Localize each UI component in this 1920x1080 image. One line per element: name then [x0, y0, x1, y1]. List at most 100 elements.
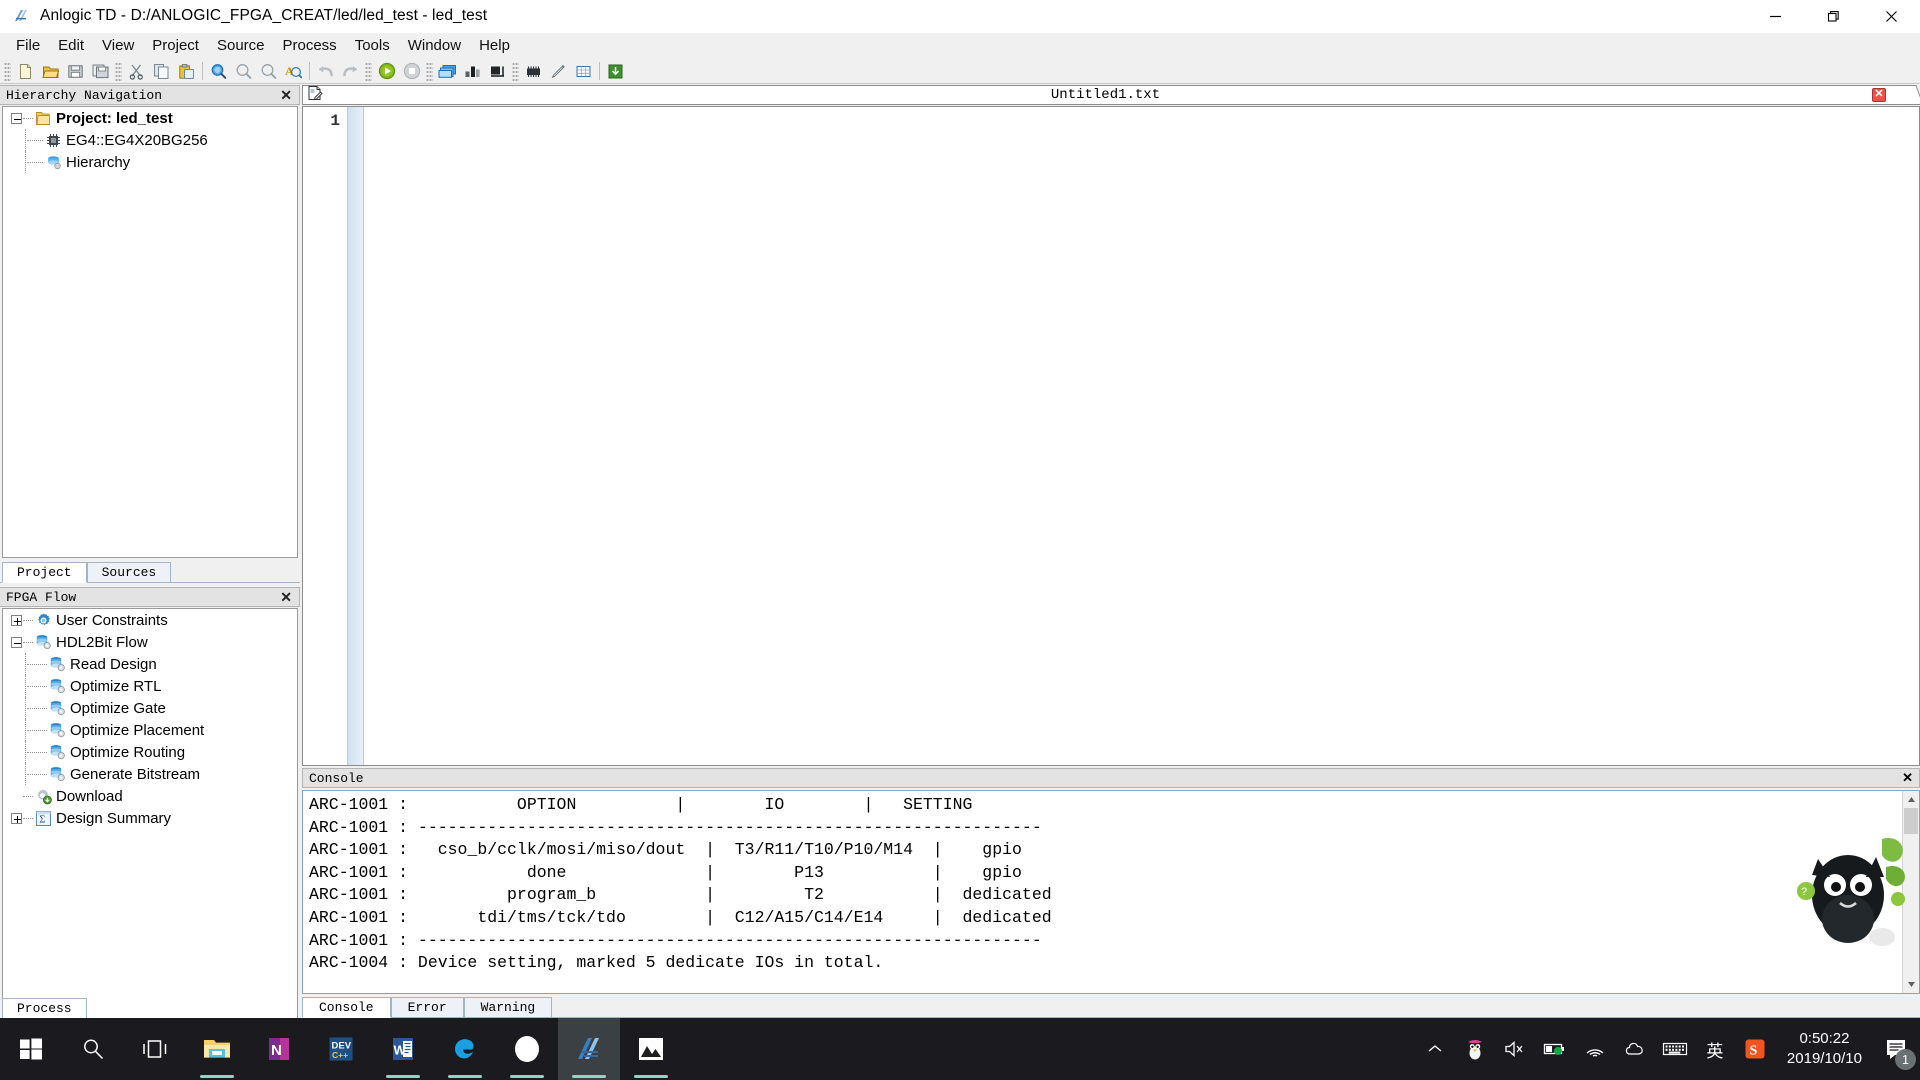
code-editor[interactable]: 1 — [302, 106, 1920, 766]
scroll-up-arrow-icon[interactable] — [1903, 791, 1919, 808]
menu-tools[interactable]: Tools — [346, 34, 399, 58]
file-explorer-icon[interactable] — [186, 1018, 248, 1080]
flow-item-optimize-routing[interactable]: Optimize Routing — [3, 741, 297, 763]
word-icon[interactable]: W — [372, 1018, 434, 1080]
menu-file[interactable]: File — [7, 34, 49, 58]
toolbar-grip[interactable] — [4, 61, 11, 81]
flow-item-optimize-gate[interactable]: Optimize Gate — [3, 697, 297, 719]
menu-project[interactable]: Project — [143, 34, 208, 58]
tree-item-hierarchy[interactable]: Hierarchy — [3, 151, 297, 173]
menu-process[interactable]: Process — [274, 34, 346, 58]
toolbar-grip[interactable] — [365, 61, 372, 81]
toolbar-grip[interactable] — [426, 61, 433, 81]
tab-process[interactable]: Process — [2, 998, 87, 1019]
cut-scissors-icon[interactable] — [124, 60, 149, 83]
flow-item-generate-bitstream[interactable]: Generate Bitstream — [3, 763, 297, 785]
floorplan-icon[interactable] — [485, 60, 510, 83]
fpga-flow-tree[interactable]: User Constraints HDL2Bit Flow Read Desig… — [2, 608, 298, 1028]
taskbar-clock[interactable]: 0:50:22 2019/10/10 — [1775, 1029, 1874, 1069]
tab-sources[interactable]: Sources — [86, 562, 172, 582]
tab-error[interactable]: Error — [390, 997, 464, 1017]
run-icon[interactable] — [374, 60, 399, 83]
zoom-out-icon[interactable] — [231, 60, 256, 83]
flow-item-user-constraints[interactable]: User Constraints — [3, 609, 297, 631]
scroll-down-arrow-icon[interactable] — [1903, 976, 1919, 993]
expand-expander-icon[interactable] — [11, 812, 22, 824]
maximize-button[interactable] — [1804, 0, 1862, 33]
tree-item-project[interactable]: Project: led_test — [3, 107, 297, 129]
qq-penguin-icon[interactable] — [1455, 1018, 1495, 1080]
menu-window[interactable]: Window — [399, 34, 470, 58]
toolbar-grip[interactable] — [512, 61, 519, 81]
download-icon[interactable] — [603, 60, 628, 83]
new-file-icon[interactable] — [13, 60, 38, 83]
flow-item-optimize-placement[interactable]: Optimize Placement — [3, 719, 297, 741]
search-icon[interactable] — [62, 1018, 124, 1080]
photos-icon[interactable] — [620, 1018, 682, 1080]
collapse-expander-icon[interactable] — [11, 636, 22, 648]
pencil-icon[interactable] — [546, 60, 571, 83]
close-icon[interactable]: ✕ — [1872, 88, 1886, 102]
editor-text-area[interactable] — [364, 107, 1919, 765]
scrollbar-thumb[interactable] — [1904, 808, 1918, 834]
windows-cascade-icon[interactable] — [435, 60, 460, 83]
battery-icon[interactable] — [1535, 1018, 1575, 1080]
zoom-in-icon[interactable] — [206, 60, 231, 83]
collapse-expander-icon[interactable] — [11, 112, 22, 124]
toolbar-grip[interactable] — [115, 61, 122, 81]
close-icon[interactable]: ✕ — [278, 87, 294, 104]
tab-warning[interactable]: Warning — [463, 997, 553, 1017]
open-folder-icon[interactable] — [38, 60, 63, 83]
sogou-input-icon[interactable]: S — [1735, 1018, 1775, 1080]
windows-start-icon[interactable] — [0, 1018, 62, 1080]
volume-muted-icon[interactable] — [1495, 1018, 1535, 1080]
grid-icon[interactable] — [571, 60, 596, 83]
copy-icon[interactable] — [149, 60, 174, 83]
touch-keyboard-icon[interactable] — [1655, 1018, 1695, 1080]
show-hidden-icons-chevron[interactable] — [1415, 1018, 1455, 1080]
minimize-button[interactable] — [1746, 0, 1804, 33]
save-all-icon[interactable] — [88, 60, 113, 83]
save-icon[interactable] — [63, 60, 88, 83]
flow-item-read-design[interactable]: Read Design — [3, 653, 297, 675]
close-button[interactable] — [1862, 0, 1920, 33]
console-panel-header: Console ✕ — [302, 768, 1920, 788]
console-scrollbar[interactable] — [1902, 791, 1919, 993]
device-chip-icon[interactable] — [521, 60, 546, 83]
close-icon[interactable]: ✕ — [278, 589, 294, 606]
anlogic-td-icon[interactable] — [558, 1018, 620, 1080]
devcpp-icon[interactable]: DEV C++ — [310, 1018, 372, 1080]
editor-tab[interactable]: Untitled1.txt ✕ — [302, 85, 1909, 105]
ime-english-icon[interactable]: 英 — [1695, 1018, 1735, 1080]
tab-console[interactable]: Console — [302, 997, 391, 1018]
circle-app-icon[interactable] — [496, 1018, 558, 1080]
onenote-icon[interactable]: N — [248, 1018, 310, 1080]
menu-view[interactable]: View — [93, 34, 143, 58]
onedrive-icon[interactable] — [1615, 1018, 1655, 1080]
expand-expander-icon[interactable] — [11, 614, 22, 626]
flow-item-optimize-rtl[interactable]: Optimize RTL — [3, 675, 297, 697]
flow-item-download[interactable]: Download — [3, 785, 297, 807]
console-output[interactable]: ARC-1001 : OPTION | IO | SETTING ARC-100… — [302, 790, 1920, 994]
undo-icon[interactable] — [313, 60, 338, 83]
stop-icon[interactable] — [399, 60, 424, 83]
flow-item-hdl2bit-flow[interactable]: HDL2Bit Flow — [3, 631, 297, 653]
tab-project[interactable]: Project — [2, 562, 87, 583]
task-view-icon[interactable] — [124, 1018, 186, 1080]
wifi-icon[interactable] — [1575, 1018, 1615, 1080]
tree-item-device[interactable]: EG4::EG4X20BG256 — [3, 129, 297, 151]
find-text-icon[interactable]: A — [281, 60, 306, 83]
report-chart-icon[interactable] — [460, 60, 485, 83]
notification-center-button[interactable]: 1 — [1874, 1018, 1920, 1080]
close-icon[interactable]: ✕ — [1902, 770, 1913, 786]
menu-source[interactable]: Source — [208, 34, 274, 58]
zoom-fit-icon[interactable] — [256, 60, 281, 83]
console-line: ARC-1001 : -----------------------------… — [309, 930, 1042, 950]
menu-edit[interactable]: Edit — [49, 34, 93, 58]
edge-icon[interactable] — [434, 1018, 496, 1080]
flow-item-design-summary[interactable]: Σ Design Summary — [3, 807, 297, 829]
paste-icon[interactable] — [174, 60, 199, 83]
hierarchy-tree[interactable]: Project: led_test EG4::EG4X20BG256 Hiera… — [2, 106, 298, 558]
redo-icon[interactable] — [338, 60, 363, 83]
menu-help[interactable]: Help — [470, 34, 519, 58]
